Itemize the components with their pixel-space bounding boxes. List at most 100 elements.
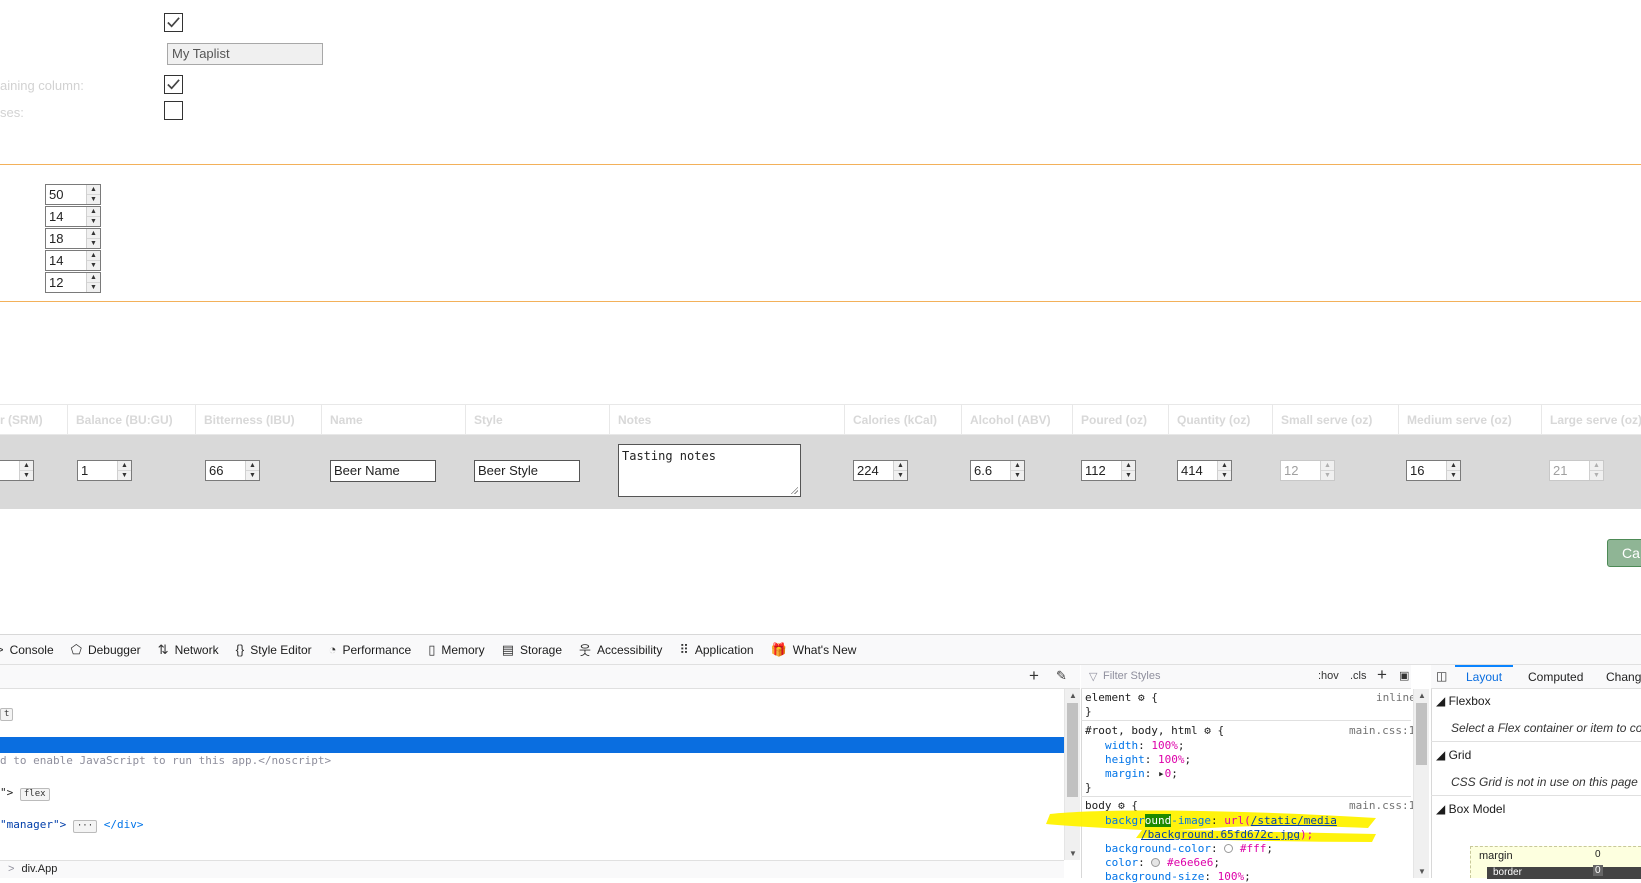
beer-style-input[interactable]: Beer Style — [474, 460, 580, 482]
scroll-thumb[interactable] — [1067, 703, 1078, 797]
spin-down-icon[interactable]: ▼ — [1447, 471, 1460, 480]
box-model-margin[interactable]: margin 0 border 0 — [1470, 846, 1641, 879]
declaration-width[interactable]: width: 100%; — [1105, 739, 1185, 752]
tab-application[interactable]: ⠿ Application — [679, 642, 753, 658]
flexbox-section[interactable]: ◢ Flexbox — [1436, 694, 1491, 708]
quantity-spinner[interactable]: 414 ▲ ▼ — [1177, 460, 1232, 481]
declaration-background-size[interactable]: background-size: 100%; — [1105, 870, 1251, 883]
tab-style-editor[interactable]: {} Style Editor — [236, 642, 312, 657]
taplist-title-input[interactable]: My Taplist — [167, 43, 323, 65]
size-spinner-1[interactable]: 50 ▲ ▼ — [45, 184, 101, 205]
rules-scrollbar[interactable]: ▲ ▼ — [1413, 689, 1429, 878]
size-spinner-2[interactable]: 14 ▲ ▼ — [45, 206, 101, 227]
declaration-margin[interactable]: margin: ▸0; — [1105, 767, 1178, 780]
hov-toggle[interactable]: :hov — [1318, 670, 1339, 682]
spin-down-icon[interactable]: ▼ — [87, 239, 100, 248]
toggle-sidebar-icon[interactable]: ◫ — [1436, 669, 1447, 683]
scroll-down-icon[interactable]: ▼ — [1069, 849, 1077, 858]
cancel-button[interactable]: Ca — [1607, 539, 1641, 567]
spin-up-icon[interactable]: ▲ — [87, 185, 100, 195]
selected-node-row[interactable] — [0, 737, 1064, 753]
color-swatch[interactable] — [1151, 858, 1161, 867]
spin-up-icon[interactable]: ▲ — [87, 229, 100, 239]
eyedropper-icon[interactable]: ✎ — [1056, 668, 1067, 684]
spin-down-icon[interactable]: ▼ — [1011, 471, 1024, 480]
gear-icon[interactable]: ⚙ — [1204, 724, 1211, 737]
tab-debugger[interactable]: ⬠ Debugger — [71, 642, 141, 658]
declaration-color[interactable]: color: #e6e6e6; — [1105, 856, 1220, 869]
rule-source[interactable]: inline — [1376, 691, 1416, 704]
declaration-background-color[interactable]: background-color: #fff; — [1105, 842, 1273, 855]
box-model-border[interactable]: border 0 — [1487, 865, 1641, 879]
glasses-checkbox[interactable] — [164, 101, 183, 120]
spin-up-icon[interactable]: ▲ — [118, 461, 131, 471]
spin-up-icon[interactable]: ▲ — [246, 461, 259, 471]
spin-down-icon[interactable]: ▼ — [894, 471, 907, 480]
expand-triangle-icon[interactable]: ▸ — [1158, 767, 1165, 780]
color-swatch[interactable] — [1224, 844, 1234, 853]
element-rule[interactable]: element ⚙ { — [1085, 691, 1158, 704]
box-model-section[interactable]: ◢ Box Model — [1436, 802, 1505, 816]
flex-badge[interactable]: flex — [19, 788, 50, 801]
resize-grip-icon[interactable] — [790, 486, 798, 494]
spin-up-icon[interactable]: ▲ — [1011, 461, 1024, 471]
add-node-icon[interactable]: + — [1029, 666, 1039, 686]
spin-down-icon[interactable]: ▼ — [87, 195, 100, 204]
declaration-background-image[interactable]: background-image: url(/static/media — [1105, 814, 1337, 827]
rule-source[interactable]: main.css:1 — [1349, 724, 1415, 737]
spin-up-icon[interactable]: ▲ — [87, 251, 100, 261]
bg-url-link[interactable]: /static/media — [1251, 814, 1337, 827]
bg-url-link[interactable]: /background.65fd672c.jpg — [1141, 828, 1300, 841]
size-spinner-5[interactable]: 12 ▲ ▼ — [45, 272, 101, 293]
spin-up-icon[interactable]: ▲ — [20, 461, 33, 471]
declaration-background-image-cont[interactable]: /background.65fd672c.jpg); — [1141, 828, 1313, 841]
tab-accessibility[interactable]: 웃 Accessibility — [579, 640, 662, 659]
declaration-height[interactable]: height: 100%; — [1105, 753, 1191, 766]
noscript-node[interactable]: d to enable JavaScript to run this app.<… — [0, 754, 331, 767]
cls-toggle[interactable]: .cls — [1350, 670, 1367, 682]
size-spinner-3[interactable]: 18 ▲ ▼ — [45, 228, 101, 249]
tab-console[interactable]: >Console — [0, 642, 54, 657]
spin-up-icon[interactable]: ▲ — [1447, 461, 1460, 471]
remaining-column-checkbox[interactable] — [164, 75, 183, 94]
tab-layout[interactable]: Layout — [1466, 670, 1502, 684]
markup-line-4[interactable]: "manager"> ··· </div> — [0, 818, 144, 833]
tab-memory[interactable]: ▯ Memory — [428, 642, 485, 658]
size-spinner-4[interactable]: 14 ▲ ▼ — [45, 250, 101, 271]
tab-whats-new[interactable]: 🎁 What's New — [771, 642, 857, 658]
spin-down-icon[interactable]: ▼ — [1218, 471, 1231, 480]
add-rule-icon[interactable]: + — [1377, 665, 1387, 685]
ellipsis-icon[interactable]: ··· — [72, 820, 98, 833]
medium-serve-spinner[interactable]: 16 ▲ ▼ — [1406, 460, 1461, 481]
balance-spinner[interactable]: 1 ▲ ▼ — [77, 460, 132, 481]
tab-computed[interactable]: Computed — [1528, 670, 1583, 684]
spin-down-icon[interactable]: ▼ — [246, 471, 259, 480]
spin-up-icon[interactable]: ▲ — [1122, 461, 1135, 471]
calories-spinner[interactable]: 224 ▲ ▼ — [853, 460, 908, 481]
spin-down-icon[interactable]: ▼ — [118, 471, 131, 480]
ibu-spinner[interactable]: 66 ▲ ▼ — [205, 460, 260, 481]
tab-changes[interactable]: Chang — [1606, 670, 1641, 684]
spin-down-icon[interactable]: ▼ — [87, 217, 100, 226]
spin-down-icon[interactable]: ▼ — [1122, 471, 1135, 480]
scroll-down-icon[interactable]: ▼ — [1418, 867, 1426, 876]
filter-styles-input[interactable]: Filter Styles — [1103, 670, 1160, 682]
spin-up-icon[interactable]: ▲ — [87, 273, 100, 283]
spin-down-icon[interactable]: ▼ — [87, 261, 100, 270]
srm-spinner[interactable]: ▲ ▼ — [0, 460, 34, 481]
tab-storage[interactable]: ▤ Storage — [502, 642, 562, 658]
tab-performance[interactable]: ◔ Performance — [329, 642, 412, 657]
show-title-checkbox[interactable] — [164, 13, 183, 32]
scroll-thumb[interactable] — [1416, 703, 1427, 765]
tab-network[interactable]: ⇅ Network — [158, 642, 219, 658]
tasting-notes-textarea[interactable]: Tasting notes — [618, 444, 801, 497]
spin-down-icon[interactable]: ▼ — [87, 283, 100, 292]
gear-icon[interactable]: ⚙ — [1138, 691, 1145, 704]
grid-section[interactable]: ◢ Grid — [1436, 748, 1471, 762]
beer-name-input[interactable]: Beer Name — [330, 460, 436, 482]
spin-up-icon[interactable]: ▲ — [894, 461, 907, 471]
scroll-up-icon[interactable]: ▲ — [1418, 691, 1426, 700]
markup-line-1[interactable]: t — [0, 706, 14, 721]
root-rule[interactable]: #root, body, html ⚙ { — [1085, 724, 1224, 737]
spin-down-icon[interactable]: ▼ — [20, 471, 33, 480]
